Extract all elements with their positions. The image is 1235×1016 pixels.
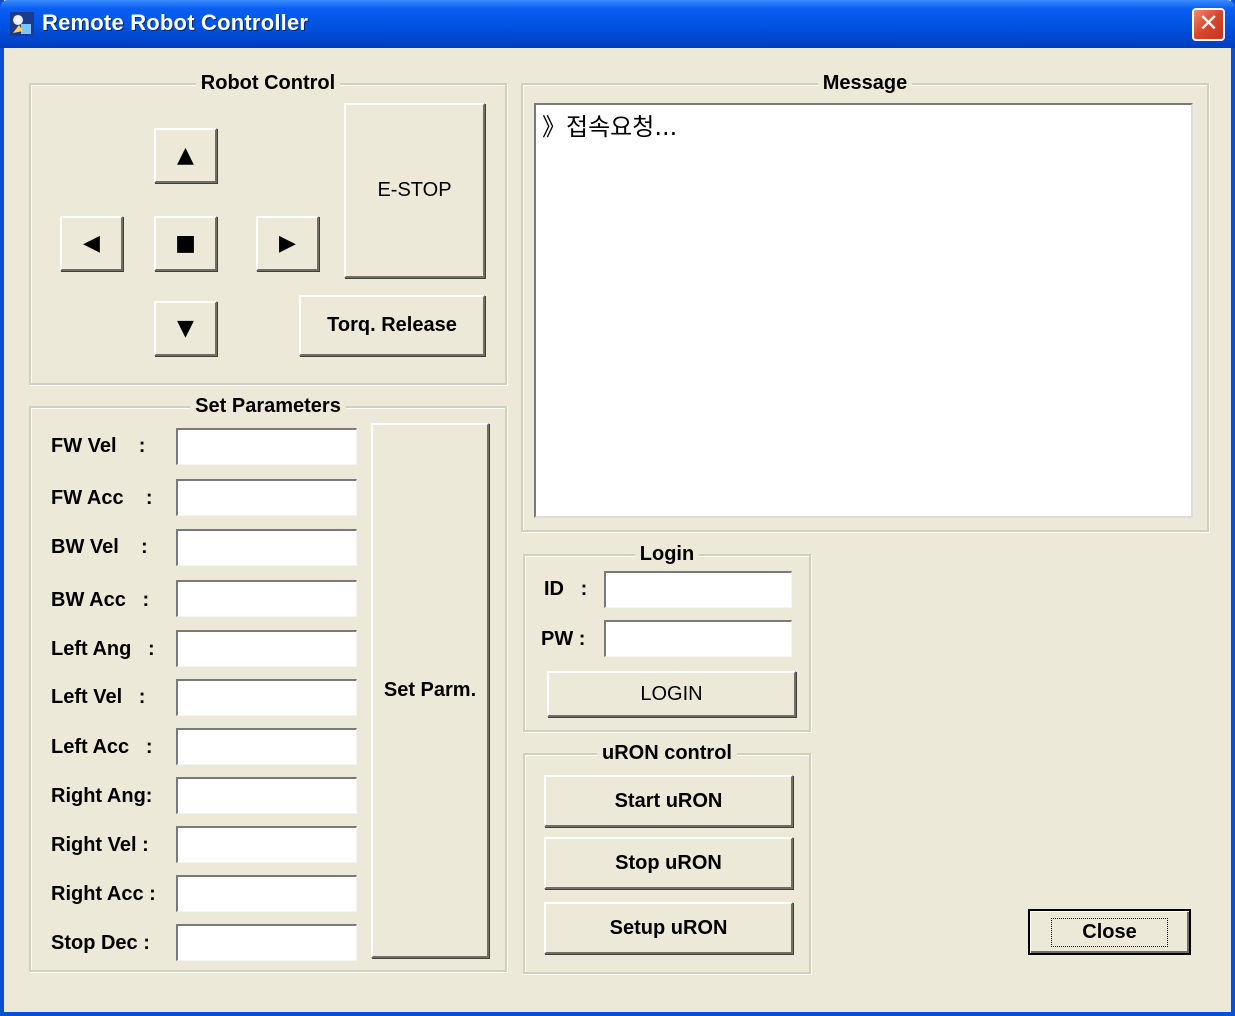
param-input-fw-vel[interactable] <box>176 428 357 465</box>
set-parameters-button[interactable]: Set Parm. <box>371 423 489 958</box>
param-input-right-vel[interactable] <box>176 826 357 863</box>
window-title: Remote Robot Controller <box>42 10 309 35</box>
param-label-stop-dec: Stop Dec : <box>51 932 150 954</box>
param-label-left-vel: Left Vel : <box>51 686 146 708</box>
login-pw-label: PW : <box>541 628 586 650</box>
message-title: Message <box>817 72 913 94</box>
param-input-bw-acc[interactable] <box>176 580 357 617</box>
stop-square-icon: ■ <box>175 231 196 256</box>
param-label-left-ang: Left Ang : <box>51 638 155 660</box>
param-label-bw-acc: BW Acc : <box>51 589 150 611</box>
param-label-right-acc: Right Acc : <box>51 883 156 905</box>
arrow-left-icon: ◀ <box>83 231 100 256</box>
param-label-fw-vel: FW Vel : <box>51 435 146 457</box>
message-log[interactable]: 》접속요청... <box>534 103 1193 518</box>
message-line: 》접속요청... <box>542 113 678 141</box>
param-label-left-acc: Left Acc : <box>51 736 153 758</box>
arrow-down-icon: ▼ <box>177 316 194 341</box>
app-window: Remote Robot Controller ✕ Robot Control … <box>0 0 1235 1016</box>
login-title: Login <box>634 543 700 565</box>
login-pw-input[interactable] <box>604 620 792 657</box>
param-input-stop-dec[interactable] <box>176 924 357 961</box>
close-button-label: Close <box>1051 917 1168 947</box>
param-input-bw-vel[interactable] <box>176 529 357 566</box>
robot-app-icon <box>10 12 34 36</box>
stop-uron-button[interactable]: Stop uRON <box>544 837 793 889</box>
turn-left-button[interactable]: ◀ <box>60 216 123 271</box>
window-close-icon[interactable]: ✕ <box>1192 8 1225 41</box>
close-button[interactable]: Close <box>1028 909 1191 955</box>
estop-button[interactable]: E-STOP <box>344 103 485 278</box>
param-label-bw-vel: BW Vel : <box>51 536 148 558</box>
param-input-right-ang[interactable] <box>176 777 357 814</box>
start-uron-button[interactable]: Start uRON <box>544 775 793 827</box>
param-label-right-vel: Right Vel : <box>51 834 149 856</box>
param-input-right-acc[interactable] <box>176 875 357 912</box>
param-label-fw-acc: FW Acc : <box>51 487 153 509</box>
param-input-left-ang[interactable] <box>176 630 357 667</box>
param-input-left-acc[interactable] <box>176 728 357 765</box>
move-backward-button[interactable]: ▼ <box>154 301 217 356</box>
login-button[interactable]: LOGIN <box>547 671 796 717</box>
set-parameters-title: Set Parameters <box>190 395 346 417</box>
param-input-fw-acc[interactable] <box>176 479 357 516</box>
robot-control-title: Robot Control <box>195 72 341 94</box>
torque-release-button[interactable]: Torq. Release <box>299 295 485 356</box>
uron-control-title: uRON control <box>597 742 737 764</box>
arrow-up-icon: ▲ <box>177 143 194 168</box>
login-id-label: ID : <box>544 578 588 600</box>
move-forward-button[interactable]: ▲ <box>154 128 217 183</box>
turn-right-button[interactable]: ▶ <box>256 216 319 271</box>
arrow-right-icon: ▶ <box>279 231 296 256</box>
stop-button[interactable]: ■ <box>154 216 217 271</box>
param-input-left-vel[interactable] <box>176 679 357 716</box>
title-bar[interactable]: Remote Robot Controller ✕ <box>0 0 1235 48</box>
setup-uron-button[interactable]: Setup uRON <box>544 902 793 954</box>
login-id-input[interactable] <box>604 571 792 608</box>
param-label-right-ang: Right Ang: <box>51 785 153 807</box>
